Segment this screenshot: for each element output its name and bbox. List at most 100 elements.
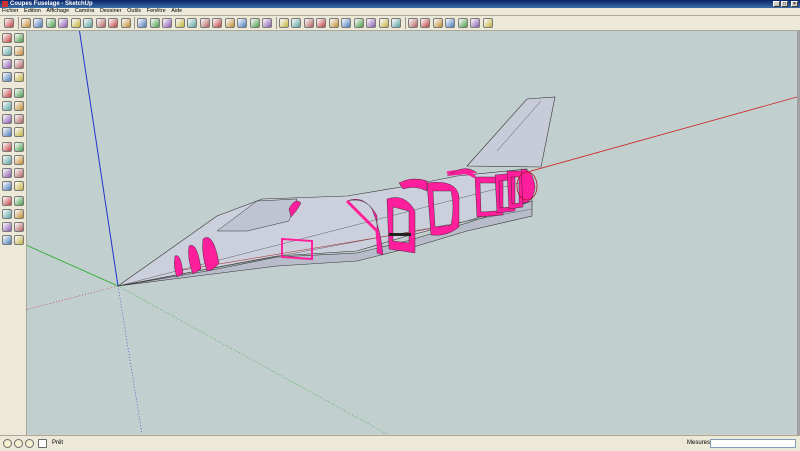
select-icon[interactable]: [4, 18, 14, 28]
component-icon[interactable]: [14, 33, 24, 43]
zoom-extents-icon[interactable]: [2, 209, 12, 219]
circle-icon[interactable]: [45, 18, 56, 28]
scale-icon[interactable]: [2, 127, 12, 137]
previous-view-icon[interactable]: [14, 209, 24, 219]
pan-icon[interactable]: [14, 181, 24, 191]
section-frame-11: [520, 168, 536, 204]
text-icon[interactable]: [237, 18, 247, 28]
select-icon[interactable]: [2, 33, 12, 43]
arc-icon[interactable]: [58, 18, 68, 28]
paint-bucket-icon[interactable]: [108, 18, 118, 28]
3d-text-icon[interactable]: [262, 18, 272, 28]
zoom-extents-icon[interactable]: [328, 18, 339, 28]
section-plane-icon[interactable]: [14, 235, 24, 245]
push-pull-icon[interactable]: [14, 101, 24, 111]
geolocation-icon[interactable]: [3, 439, 12, 448]
menu-edition[interactable]: Edition: [22, 8, 43, 15]
arc-icon[interactable]: [14, 72, 24, 82]
axes-icon[interactable]: [2, 168, 12, 178]
position-camera-icon[interactable]: [366, 18, 376, 28]
rotate-icon[interactable]: [2, 114, 12, 124]
left-toolbar: [0, 31, 27, 435]
axes-icon[interactable]: [249, 18, 260, 28]
top-view-icon[interactable]: [432, 18, 443, 28]
rotate-icon[interactable]: [149, 18, 160, 28]
position-camera-icon[interactable]: [2, 222, 12, 232]
menu-affichage[interactable]: Affichage: [44, 8, 71, 15]
polygon-icon[interactable]: [2, 88, 12, 98]
fuselage-model[interactable]: [117, 96, 556, 287]
move-icon[interactable]: [2, 101, 12, 111]
text-icon[interactable]: [14, 155, 24, 165]
protractor-icon[interactable]: [2, 155, 12, 165]
walk-icon[interactable]: [378, 18, 389, 28]
front-view-icon[interactable]: [445, 18, 455, 28]
look-around-icon[interactable]: [2, 235, 12, 245]
iso-view-icon[interactable]: [420, 18, 430, 28]
menu-fenetre[interactable]: Fenêtre: [145, 8, 168, 15]
blue-axis-negative: [117, 285, 143, 434]
offset-icon[interactable]: [14, 127, 24, 137]
rectangle-icon[interactable]: [2, 59, 12, 69]
freehand-icon[interactable]: [14, 88, 24, 98]
push-pull-icon[interactable]: [120, 18, 131, 28]
scale-icon[interactable]: [174, 18, 185, 28]
status-bar: Prêt Mesures: [0, 435, 800, 451]
gear-bay-slot: [389, 233, 411, 236]
menu-fichier[interactable]: Fichier: [0, 8, 21, 15]
rectangle-icon[interactable]: [33, 18, 43, 28]
help-icon[interactable]: [25, 439, 34, 448]
close-icon[interactable]: ×: [791, 1, 798, 7]
dimension-icon[interactable]: [14, 142, 24, 152]
menu-dessiner[interactable]: Dessiner: [98, 8, 124, 15]
maximize-icon[interactable]: □: [781, 1, 788, 7]
zoom-window-icon[interactable]: [14, 196, 24, 206]
freehand-icon[interactable]: [83, 18, 93, 28]
menu-camera[interactable]: Caméra: [73, 8, 97, 15]
dimension-icon[interactable]: [212, 18, 222, 28]
zoom-icon[interactable]: [303, 18, 314, 28]
measure-input[interactable]: [710, 439, 796, 448]
zoom-icon[interactable]: [2, 196, 12, 206]
next-view-icon[interactable]: [353, 18, 364, 28]
orbit-icon[interactable]: [2, 181, 12, 191]
follow-me-icon[interactable]: [14, 114, 24, 124]
paint-bucket-icon[interactable]: [2, 46, 12, 56]
pan-icon[interactable]: [291, 18, 301, 28]
credits-icon[interactable]: [14, 439, 23, 448]
tape-measure-icon[interactable]: [199, 18, 210, 28]
3d-text-icon[interactable]: [14, 168, 24, 178]
zoom-window-icon[interactable]: [316, 18, 326, 28]
eraser-icon[interactable]: [14, 46, 24, 56]
pencil-icon[interactable]: [14, 59, 24, 69]
polygon-icon[interactable]: [70, 18, 81, 28]
toolbar-separator: [134, 17, 135, 29]
move-icon[interactable]: [137, 18, 147, 28]
menu-outils[interactable]: Outils: [125, 8, 143, 15]
look-around-icon[interactable]: [391, 18, 401, 28]
eraser-icon[interactable]: [95, 18, 106, 28]
right-view-icon[interactable]: [457, 18, 468, 28]
sketchup-window: Coupes Fuselage - SketchUp _ □ × Fichier…: [0, 0, 800, 451]
circle-icon[interactable]: [2, 72, 12, 82]
pencil-icon[interactable]: [20, 18, 31, 28]
status-text: Prêt: [52, 440, 64, 446]
model-canvas[interactable]: [27, 31, 797, 434]
walk-icon[interactable]: [14, 222, 24, 232]
title-bar[interactable]: Coupes Fuselage - SketchUp _ □ ×: [0, 0, 800, 8]
menu-bar: Fichier Edition Affichage Caméra Dessine…: [0, 8, 800, 16]
minimize-icon[interactable]: _: [773, 1, 780, 7]
app-logo-icon: [2, 1, 8, 7]
protractor-icon[interactable]: [224, 18, 235, 28]
back-view-icon[interactable]: [470, 18, 480, 28]
menu-aide[interactable]: Aide: [169, 8, 184, 15]
orbit-icon[interactable]: [278, 18, 289, 28]
offset-icon[interactable]: [187, 18, 197, 28]
follow-me-icon[interactable]: [162, 18, 172, 28]
3d-viewport[interactable]: [27, 31, 797, 434]
previous-view-icon[interactable]: [341, 18, 351, 28]
section-plane-icon[interactable]: [407, 18, 418, 28]
tape-measure-icon[interactable]: [2, 142, 12, 152]
instructor-icon[interactable]: [38, 439, 47, 448]
left-view-icon[interactable]: [482, 18, 493, 28]
